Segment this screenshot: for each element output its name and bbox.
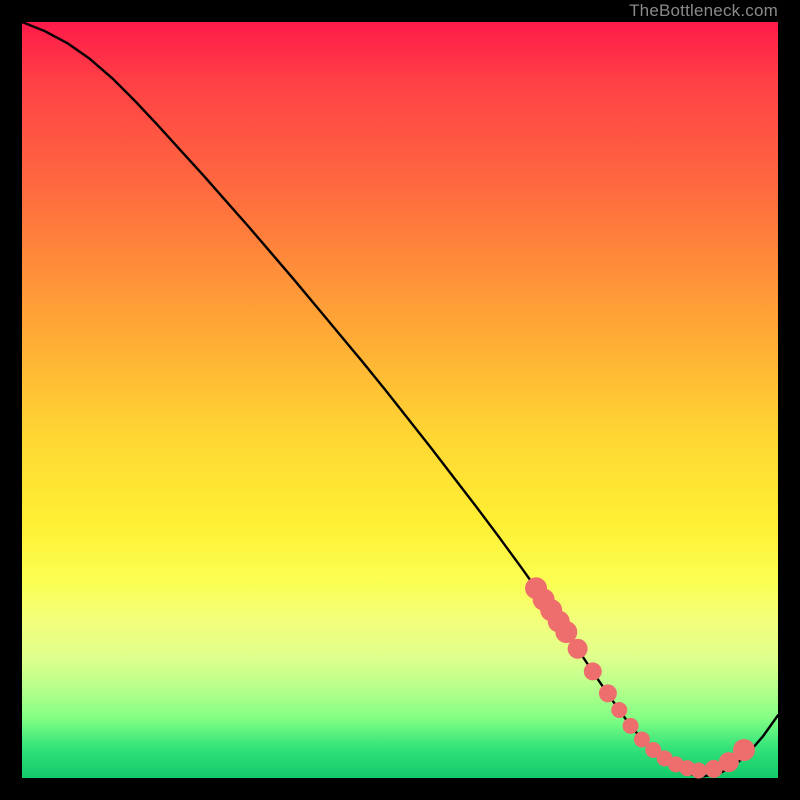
highlight-dot [623,718,639,734]
curve-line [22,22,778,776]
highlight-dot [584,662,602,680]
chart-stage: TheBottleneck.com [0,0,800,800]
highlight-dots [525,577,755,778]
highlight-dot [691,762,707,778]
watermark-label: TheBottleneck.com [629,0,778,22]
plot-area [22,22,778,778]
highlight-dot [568,639,588,659]
highlight-dot [733,739,755,761]
highlight-dot [599,684,617,702]
chart-svg [22,22,778,778]
highlight-dot [611,702,627,718]
